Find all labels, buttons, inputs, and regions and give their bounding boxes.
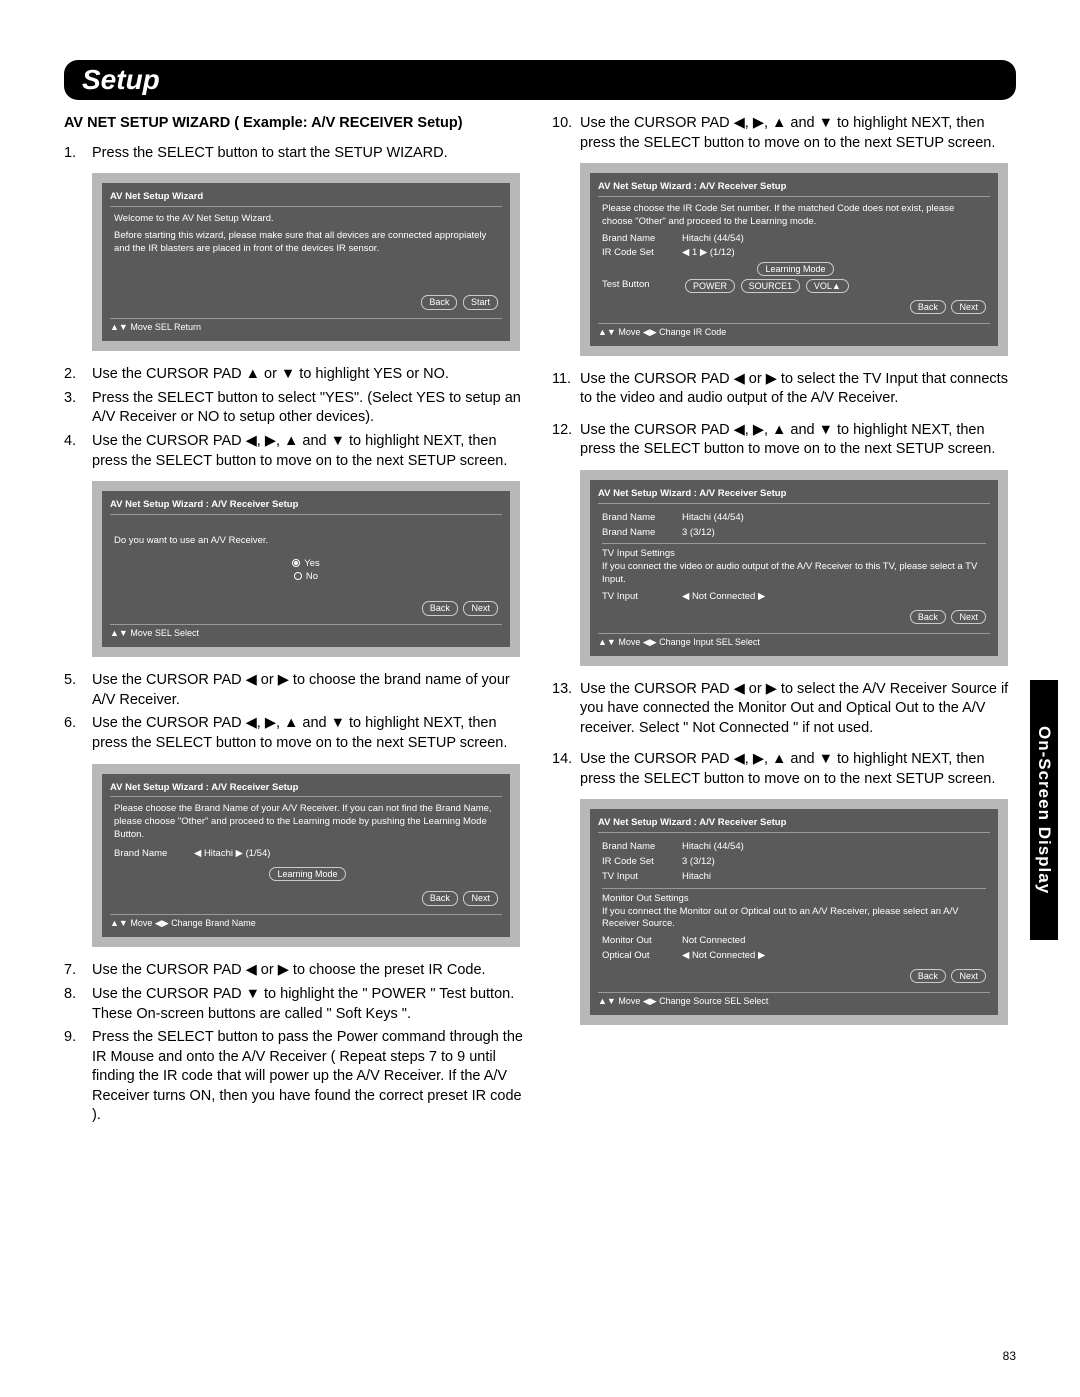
header-bar: Setup (64, 60, 1016, 100)
osd6-tv-label: TV Input (602, 871, 672, 884)
osd4-line1: Please choose the IR Code Set number. If… (602, 203, 986, 229)
content-columns: AV NET SETUP WIZARD ( Example: A/V RECEI… (64, 114, 1016, 1130)
osd2-title: AV Net Setup Wizard : A/V Receiver Setup (110, 499, 502, 515)
osd4-footer: ▲▼ Move ◀▶ Change IR Code (598, 326, 726, 338)
osd4-power-button: POWER (685, 279, 735, 293)
osd5-tv-label: TV Input (602, 591, 672, 604)
osd6-brand-value: Hitachi (44/54) (682, 841, 986, 854)
osd5-brand-value: Hitachi (44/54) (682, 512, 986, 525)
osd4-title: AV Net Setup Wizard : A/V Receiver Setup (598, 181, 990, 197)
osd5-back-button: Back (910, 610, 946, 624)
side-tab: On-Screen Display (1030, 680, 1058, 940)
osd3-learning-mode-button: Learning Mode (269, 867, 345, 881)
osd5-line1: If you connect the video or audio output… (602, 561, 986, 587)
section-title: AV NET SETUP WIZARD ( Example: A/V RECEI… (64, 114, 528, 134)
osd5-title: AV Net Setup Wizard : A/V Receiver Setup (598, 488, 990, 504)
osd4-ir-value: ◀ 1 ▶ (1/12) (682, 247, 986, 260)
osd5-footer: ▲▼ Move ◀▶ Change Input SEL Select (598, 636, 760, 648)
step-4: Use the CURSOR PAD ◀, ▶, ▲ and ▼ to high… (92, 432, 528, 471)
osd-screenshot-2: AV Net Setup Wizard : A/V Receiver Setup… (92, 481, 520, 657)
osd6-footer: ▲▼ Move ◀▶ Change Source SEL Select (598, 995, 768, 1007)
osd2-yes: Yes (304, 558, 320, 569)
osd6-ir-label: IR Code Set (602, 856, 672, 869)
osd1-footer: ▲▼ Move SEL Return (110, 321, 201, 333)
step-12: Use the CURSOR PAD ◀, ▶, ▲ and ▼ to high… (580, 421, 1016, 460)
osd4-brand-label: Brand Name (602, 233, 672, 246)
osd1-start-button: Start (463, 295, 498, 309)
page-number: 83 (1003, 1349, 1016, 1363)
step-2: Use the CURSOR PAD ▲ or ▼ to highlight Y… (92, 365, 528, 385)
osd2-line1: Do you want to use an A/V Receiver. (114, 535, 498, 548)
osd3-brand-value: ◀ Hitachi ▶ (1/54) (194, 848, 498, 861)
osd5-brand-label2: Brand Name (602, 527, 672, 540)
osd6-mon-value: Not Connected (682, 935, 986, 948)
osd5-brand-label: Brand Name (602, 512, 672, 525)
osd-screenshot-6: AV Net Setup Wizard : A/V Receiver Setup… (580, 799, 1008, 1024)
osd6-line1: If you connect the Monitor out or Optica… (602, 906, 986, 932)
osd6-opt-label: Optical Out (602, 950, 672, 963)
step-13: Use the CURSOR PAD ◀ or ▶ to select the … (580, 680, 1016, 739)
step-14: Use the CURSOR PAD ◀, ▶, ▲ and ▼ to high… (580, 750, 1016, 789)
step-8: Use the CURSOR PAD ▼ to highlight the " … (92, 985, 528, 1024)
osd3-back-button: Back (422, 891, 458, 905)
osd3-next-button: Next (463, 891, 498, 905)
right-column: 10.Use the CURSOR PAD ◀, ▶, ▲ and ▼ to h… (552, 114, 1016, 1130)
osd1-back-button: Back (421, 295, 457, 309)
left-column: AV NET SETUP WIZARD ( Example: A/V RECEI… (64, 114, 528, 1130)
osd1-line1: Welcome to the AV Net Setup Wizard. (114, 213, 498, 226)
osd6-ir-value: 3 (3/12) (682, 856, 986, 869)
osd5-section: TV Input Settings (602, 548, 986, 561)
osd4-source1-button: SOURCE1 (741, 279, 801, 293)
osd6-opt-value: ◀ Not Connected ▶ (682, 950, 986, 963)
step-6: Use the CURSOR PAD ◀, ▶, ▲ and ▼ to high… (92, 714, 528, 753)
osd4-volup-button: VOL▲ (806, 279, 849, 293)
osd3-line1: Please choose the Brand Name of your A/V… (114, 803, 498, 841)
step-3: Press the SELECT button to select "YES".… (92, 389, 528, 428)
osd2-next-button: Next (463, 601, 498, 615)
osd4-test-label: Test Button (602, 279, 672, 294)
osd6-next-button: Next (951, 969, 986, 983)
osd1-line2: Before starting this wizard, please make… (114, 230, 498, 256)
osd6-title: AV Net Setup Wizard : A/V Receiver Setup (598, 817, 990, 833)
osd6-mon-label: Monitor Out (602, 935, 672, 948)
osd5-next-button: Next (951, 610, 986, 624)
osd5-tv-value: ◀ Not Connected ▶ (682, 591, 986, 604)
osd5-brand-value2: 3 (3/12) (682, 527, 986, 540)
step-9: Press the SELECT button to pass the Powe… (92, 1028, 528, 1126)
osd4-ir-label: IR Code Set (602, 247, 672, 260)
osd4-back-button: Back (910, 300, 946, 314)
osd3-title: AV Net Setup Wizard : A/V Receiver Setup (110, 782, 502, 798)
step-1: Press the SELECT button to start the SET… (92, 144, 528, 164)
osd6-brand-label: Brand Name (602, 841, 672, 854)
osd6-section: Monitor Out Settings (602, 893, 986, 906)
osd2-footer: ▲▼ Move SEL Select (110, 627, 199, 639)
step-5: Use the CURSOR PAD ◀ or ▶ to choose the … (92, 671, 528, 710)
osd3-brand-label: Brand Name (114, 848, 184, 861)
osd4-brand-value: Hitachi (44/54) (682, 233, 986, 246)
step-10: Use the CURSOR PAD ◀, ▶, ▲ and ▼ to high… (580, 114, 1016, 153)
osd4-next-button: Next (951, 300, 986, 314)
osd3-footer: ▲▼ Move ◀▶ Change Brand Name (110, 917, 256, 929)
osd-screenshot-1: AV Net Setup Wizard Welcome to the AV Ne… (92, 173, 520, 351)
osd6-back-button: Back (910, 969, 946, 983)
osd-screenshot-4: AV Net Setup Wizard : A/V Receiver Setup… (580, 163, 1008, 356)
osd6-tv-value: Hitachi (682, 871, 986, 884)
osd4-learning-mode-button: Learning Mode (757, 262, 833, 276)
step-11: Use the CURSOR PAD ◀ or ▶ to select the … (580, 370, 1016, 409)
step-7: Use the CURSOR PAD ◀ or ▶ to choose the … (92, 961, 528, 981)
osd1-title: AV Net Setup Wizard (110, 191, 502, 207)
osd-screenshot-5: AV Net Setup Wizard : A/V Receiver Setup… (580, 470, 1008, 666)
osd-screenshot-3: AV Net Setup Wizard : A/V Receiver Setup… (92, 764, 520, 948)
osd2-no: No (306, 571, 318, 582)
osd2-back-button: Back (422, 601, 458, 615)
